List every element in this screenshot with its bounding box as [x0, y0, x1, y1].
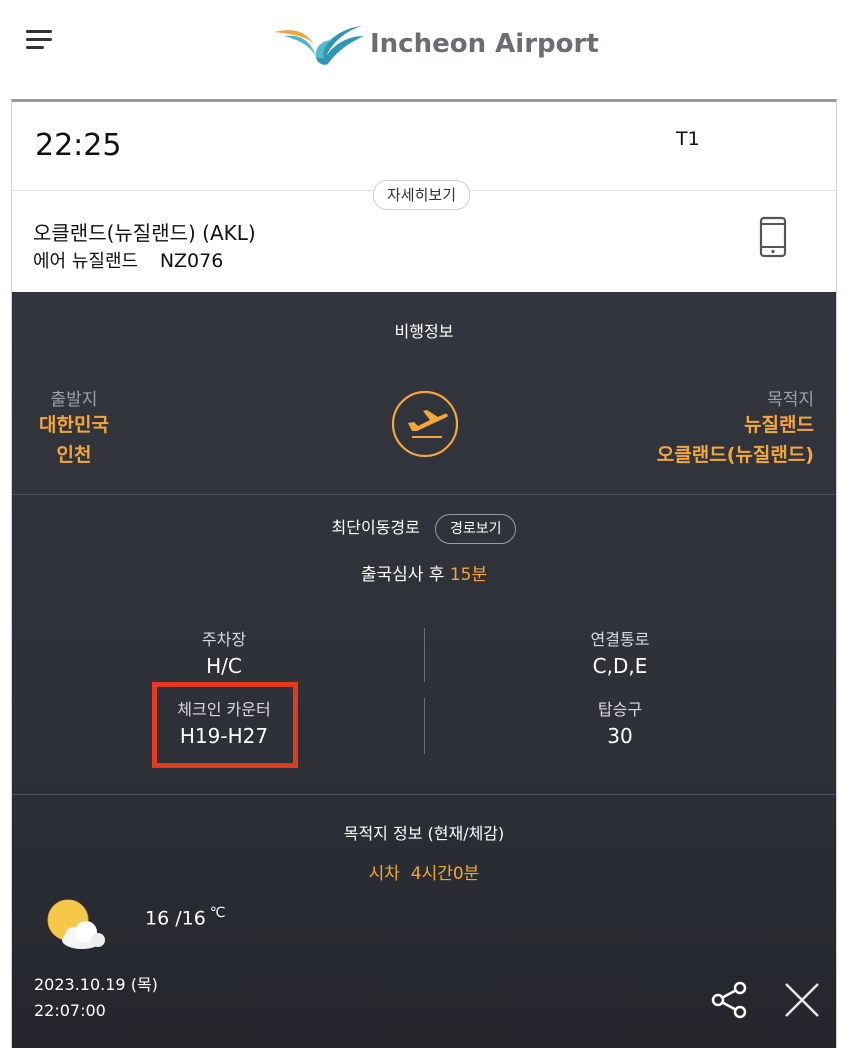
origin-city: 인천 — [56, 444, 92, 466]
checkin-highlight-box — [152, 682, 298, 768]
airport-logo-icon — [274, 26, 364, 65]
app-header: Incheon Airport — [0, 0, 860, 98]
destination-block: 목적지 뉴질랜드 오클랜드(뉴질랜드) — [624, 385, 814, 470]
time-diff-label: 시차 — [368, 864, 400, 884]
parking-label: 주차장 — [201, 630, 247, 649]
current-date: 2023.10.19 (목) — [34, 975, 158, 994]
partly-cloudy-icon — [47, 899, 105, 949]
airline-info: 에어 뉴질랜드 NZ076 — [33, 247, 223, 273]
close-icon[interactable] — [782, 980, 822, 1020]
destination-airport: 오클랜드(뉴질랜드) (AKL) — [33, 221, 256, 245]
share-icon[interactable] — [710, 980, 750, 1020]
airline-name: 에어 뉴질랜드 — [33, 251, 139, 272]
departure-time: 22:25 — [35, 128, 122, 163]
destination-city: 오클랜드(뉴질랜드) — [656, 444, 814, 466]
destination-country: 뉴질랜드 — [744, 414, 814, 436]
flight-summary: 22:25 T1 자세히보기 오클랜드(뉴질랜드) (AKL) 에어 뉴질랜드 … — [12, 102, 836, 292]
terminal-label: T1 — [676, 128, 700, 150]
current-time: 22:07:00 — [34, 1001, 106, 1020]
destination-label: 목적지 — [767, 390, 814, 410]
origin-label: 출발지 — [50, 390, 98, 410]
column-divider — [424, 628, 425, 682]
detail-button[interactable]: 자세히보기 — [373, 180, 471, 210]
destination-info-title: 목적지 정보 (현재/체감) — [343, 824, 505, 843]
time-difference: 시차 4시간0분 — [12, 859, 836, 884]
mobile-phone-icon[interactable] — [758, 216, 788, 258]
logo-text: Incheon Airport — [370, 29, 599, 59]
connection-info: 연결통로 C,D,E — [520, 626, 720, 678]
route-title: 최단이동경로 — [331, 518, 420, 537]
flight-info-title: 비행정보 — [394, 322, 454, 341]
route-header: 최단이동경로 경로보기 — [12, 514, 836, 544]
origin-block: 출발지 대한민국 인천 — [34, 385, 114, 470]
route-after-text: 출국심사 후 — [360, 565, 445, 585]
parking-info: 주차장 H/C — [124, 626, 324, 678]
section-divider — [12, 494, 836, 495]
gate-label: 탑승구 — [597, 700, 643, 719]
connection-value: C,D,E — [592, 654, 648, 678]
temperature-unit: ℃ — [209, 905, 226, 921]
connection-label: 연결통로 — [590, 630, 650, 649]
time-diff-value: 4시간0분 — [410, 864, 480, 884]
parking-value: H/C — [206, 654, 242, 678]
hamburger-menu-icon[interactable] — [26, 30, 54, 50]
temperature: 16 /16 ℃ — [145, 905, 226, 929]
flight-detail-panel: 비행정보 출발지 대한민국 인천 목적지 뉴질랜드 오클랜드(뉴질랜드) 최단이… — [12, 292, 836, 1048]
airplane-departure-icon — [391, 390, 459, 458]
flight-number: NZ076 — [159, 250, 224, 272]
column-divider — [424, 698, 425, 754]
temperature-value: 16 /16 — [145, 907, 206, 930]
origin-country: 대한민국 — [39, 414, 109, 436]
gate-info: 탑승구 30 — [520, 696, 720, 748]
route-view-button[interactable]: 경로보기 — [434, 514, 517, 544]
incheon-airport-logo[interactable]: Incheon Airport — [270, 16, 599, 72]
flight-card: 22:25 T1 자세히보기 오클랜드(뉴질랜드) (AKL) 에어 뉴질랜드 … — [11, 99, 837, 1048]
current-datetime: 2023.10.19 (목) 22:07:00 — [34, 972, 158, 1024]
route-minutes: 15분 — [449, 565, 488, 585]
section-divider — [12, 794, 836, 795]
route-time: 출국심사 후 15분 — [12, 560, 836, 585]
gate-value: 30 — [607, 724, 633, 748]
